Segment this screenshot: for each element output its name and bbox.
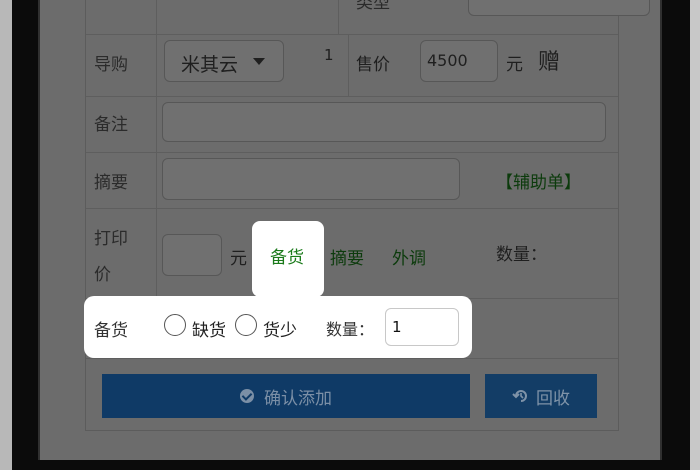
form-row-guide: 导购 米其云 1 售价 4500 元 赠 — [86, 34, 618, 97]
form-row-summary: 摘要 【辅助单】 — [86, 152, 618, 209]
phone-bezel-bottom — [38, 460, 662, 470]
confirm-add-label: 确认添加 — [264, 388, 332, 409]
guide-label: 导购 — [94, 55, 128, 75]
tab-stock-prep-label: 备货 — [270, 248, 304, 268]
phone-edge-right — [690, 0, 700, 470]
check-circle-icon — [240, 389, 254, 403]
price-unit: 元 — [506, 55, 523, 75]
type-field[interactable] — [468, 0, 650, 16]
guide-count: 1 — [324, 46, 334, 64]
tab-stock-prep[interactable]: 备货 — [252, 221, 324, 297]
price-label: 售价 — [356, 55, 390, 75]
app-screen: 类型 导购 米其云 1 售价 4500 元 赠 备注 摘要 【辅助单】 打印 价… — [40, 0, 660, 460]
print-price-label-line1: 打印 — [94, 229, 128, 249]
radio-out-of-stock-label: 缺货 — [192, 321, 226, 341]
form-row-type: 类型 — [86, 0, 650, 35]
price-value: 4500 — [427, 51, 468, 70]
tab-summary[interactable]: 摘要 — [330, 244, 364, 269]
auxiliary-order-link[interactable]: 【辅助单】 — [496, 168, 581, 193]
order-form: 类型 导购 米其云 1 售价 4500 元 赠 备注 摘要 【辅助单】 打印 价… — [85, 0, 650, 431]
quantity-right-label: 数量： — [496, 245, 547, 265]
stock-quantity-input[interactable] — [385, 308, 459, 346]
price-input[interactable]: 4500 — [420, 40, 498, 82]
radio-low-stock-label: 货少 — [263, 321, 297, 341]
guide-select-value: 米其云 — [181, 54, 239, 76]
radio-low-stock[interactable] — [235, 314, 257, 336]
confirm-add-button[interactable]: 确认添加 — [102, 374, 470, 418]
form-row-print-price: 打印 价 元 摘要 外调 数量： — [86, 208, 618, 299]
undo-clock-icon — [512, 390, 527, 402]
gift-label[interactable]: 赠 — [538, 44, 560, 76]
guide-select[interactable]: 米其云 — [164, 40, 284, 82]
recycle-button[interactable]: 回收 — [485, 374, 597, 418]
stock-quantity-label: 数量： — [326, 320, 375, 339]
print-price-label-line2: 价 — [94, 265, 111, 285]
type-label: 类型 — [356, 0, 390, 13]
summary-input[interactable] — [162, 158, 460, 200]
form-row-note: 备注 — [86, 96, 618, 153]
summary-label: 摘要 — [94, 173, 128, 193]
recycle-label: 回收 — [536, 388, 570, 409]
phone-edge-left — [0, 0, 12, 470]
note-input[interactable] — [162, 102, 606, 142]
print-price-input[interactable] — [162, 234, 222, 276]
chevron-down-icon — [253, 58, 265, 65]
radio-out-of-stock[interactable] — [164, 314, 186, 336]
phone-frame: 类型 导购 米其云 1 售价 4500 元 赠 备注 摘要 【辅助单】 打印 价… — [0, 0, 700, 470]
label-column — [86, 0, 157, 34]
print-price-unit: 元 — [230, 249, 247, 269]
stock-panel-label: 备货 — [94, 321, 128, 341]
column-divider — [338, 0, 339, 34]
note-label: 备注 — [94, 115, 128, 135]
tab-external-transfer[interactable]: 外调 — [392, 244, 426, 269]
column-divider — [348, 34, 349, 96]
